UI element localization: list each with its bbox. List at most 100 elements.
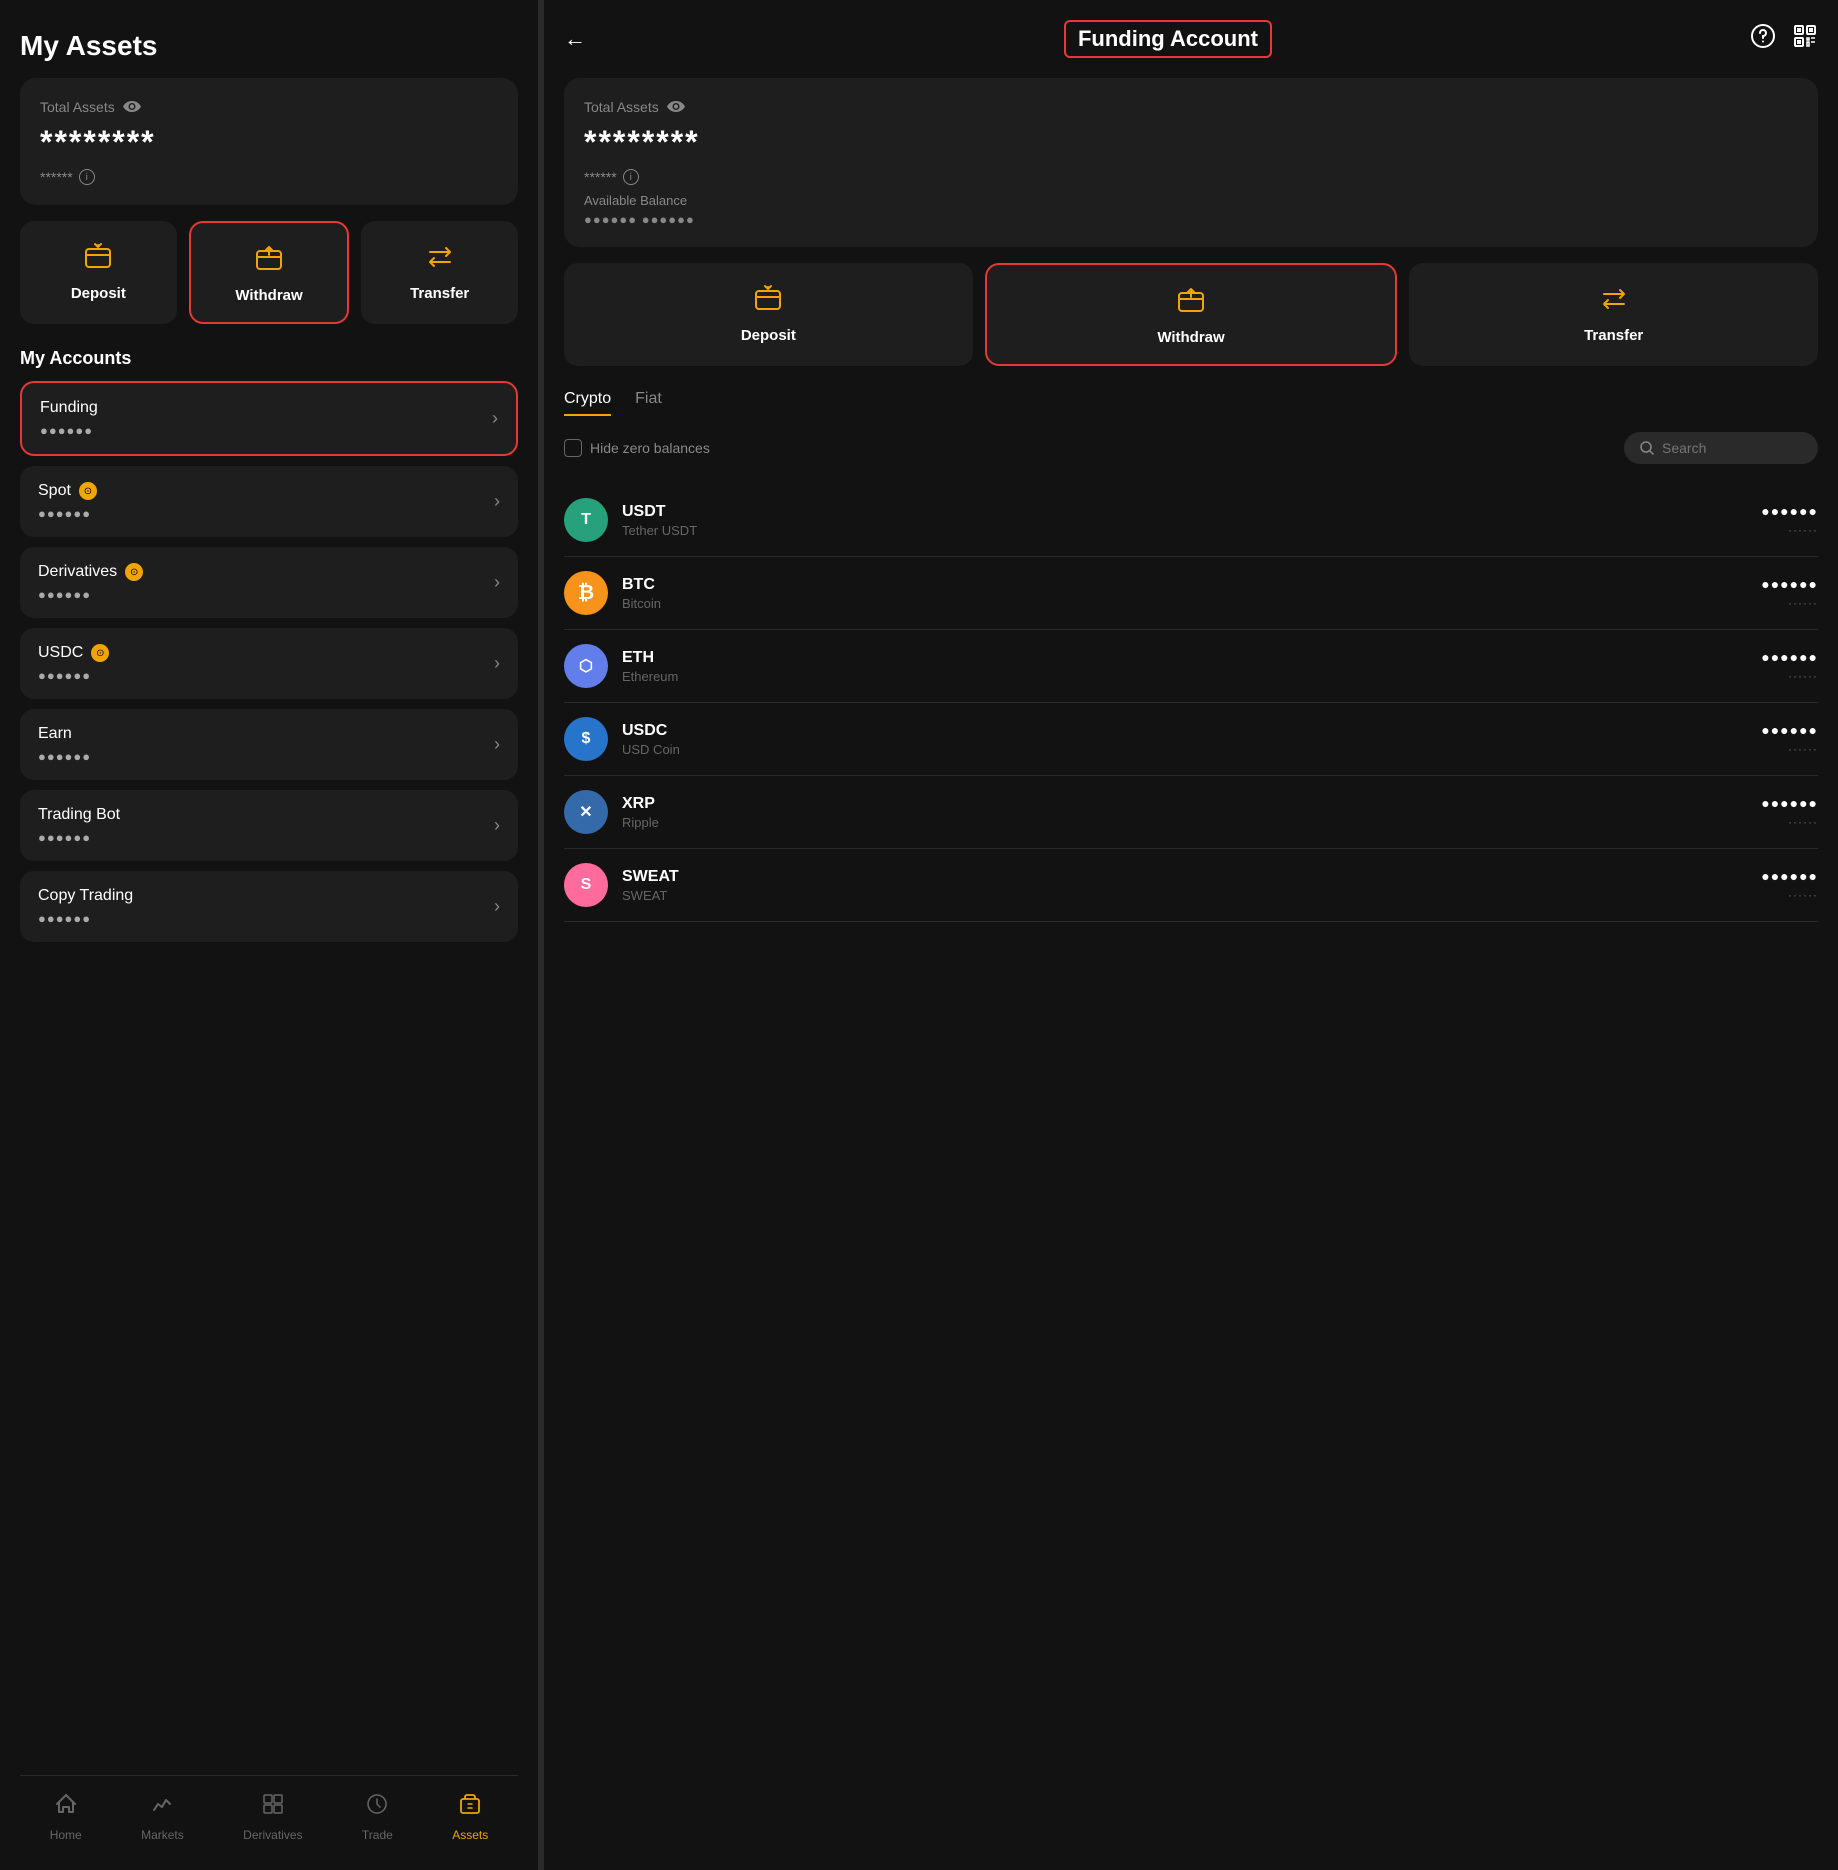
action-buttons-left: Deposit Withdraw Transfer [20, 221, 518, 324]
account-item-left-6: Copy Trading ●●●●●● [38, 887, 133, 926]
page-title-right: Funding Account [1064, 20, 1272, 58]
qr-button[interactable] [1792, 23, 1818, 55]
arrow-icon-5: › [494, 815, 500, 836]
account-item-spot[interactable]: Spot⊙ ●●●●●● › [20, 466, 518, 537]
arrow-icon-2: › [494, 572, 500, 593]
right-panel: ← Funding Account [544, 0, 1838, 1870]
account-name-6: Copy Trading [38, 887, 133, 905]
account-name-0: Funding [40, 399, 98, 417]
account-name-4: Earn [38, 725, 91, 743]
account-item-left-2: Derivatives⊙ ●●●●●● [38, 563, 143, 602]
crypto-balance-large-3: ●●●●●● [1761, 722, 1818, 738]
search-input[interactable] [1662, 440, 1802, 456]
nav-derivatives-label: Derivatives [243, 1828, 302, 1842]
transfer-icon-left [422, 239, 458, 275]
hide-zero-checkbox[interactable] [564, 439, 582, 457]
account-stars-0: ●●●●●● [40, 423, 98, 438]
crypto-logo-xrp: ✕ [564, 790, 608, 834]
transfer-label-left: Transfer [410, 285, 469, 302]
total-assets-small-left: ****** i [40, 169, 498, 185]
account-item-usdc[interactable]: USDC⊙ ●●●●●● › [20, 628, 518, 699]
crypto-logo-usdc: $ [564, 717, 608, 761]
nav-assets-label: Assets [452, 1828, 488, 1842]
withdraw-label-left: Withdraw [235, 287, 302, 304]
crypto-balance-large-0: ●●●●●● [1761, 503, 1818, 519]
crypto-values-5: ●●●●●● ······ [1761, 868, 1818, 902]
crypto-info-2: ETH Ethereum [622, 649, 1761, 684]
nav-trade[interactable]: Trade [362, 1792, 393, 1842]
account-item-copy-trading[interactable]: Copy Trading ●●●●●● › [20, 871, 518, 942]
withdraw-button-right[interactable]: Withdraw [985, 263, 1398, 366]
crypto-item-xrp[interactable]: ✕ XRP Ripple ●●●●●● ······ [564, 776, 1818, 849]
crypto-fullname-4: Ripple [622, 815, 1761, 830]
crypto-item-sweat[interactable]: S SWEAT SWEAT ●●●●●● ······ [564, 849, 1818, 922]
crypto-item-usdc[interactable]: $ USDC USD Coin ●●●●●● ······ [564, 703, 1818, 776]
account-item-left-1: Spot⊙ ●●●●●● [38, 482, 97, 521]
deposit-label-left: Deposit [71, 285, 126, 302]
account-stars-4: ●●●●●● [38, 749, 91, 764]
crypto-logo-sweat: S [564, 863, 608, 907]
assets-card-left: Total Assets ******** ****** i [20, 78, 518, 205]
help-button[interactable] [1750, 23, 1776, 55]
crypto-fullname-3: USD Coin [622, 742, 1761, 757]
my-accounts-title: My Accounts [20, 348, 518, 369]
account-name-3: USDC⊙ [38, 644, 109, 662]
account-stars-6: ●●●●●● [38, 911, 133, 926]
nav-trade-label: Trade [362, 1828, 393, 1842]
total-assets-value-left: ******** [40, 124, 498, 161]
nav-home[interactable]: Home [50, 1792, 82, 1842]
deposit-button-right[interactable]: Deposit [564, 263, 973, 366]
account-item-left-5: Trading Bot ●●●●●● [38, 806, 120, 845]
crypto-balance-small-5: ······ [1788, 888, 1818, 902]
account-item-left-0: Funding ●●●●●● [40, 399, 98, 438]
deposit-button-left[interactable]: Deposit [20, 221, 177, 324]
account-item-earn[interactable]: Earn ●●●●●● › [20, 709, 518, 780]
total-assets-small-right: ****** i [584, 169, 1798, 185]
crypto-symbol-1: BTC [622, 576, 1761, 594]
withdraw-button-left[interactable]: Withdraw [189, 221, 350, 324]
nav-assets[interactable]: Assets [452, 1792, 488, 1842]
crypto-values-4: ●●●●●● ······ [1761, 795, 1818, 829]
account-item-funding[interactable]: Funding ●●●●●● › [20, 381, 518, 456]
crypto-item-btc[interactable]: ₿ BTC Bitcoin ●●●●●● ······ [564, 557, 1818, 630]
badge-icon-3: ⊙ [91, 644, 109, 662]
hide-zero-label[interactable]: Hide zero balances [564, 439, 710, 457]
account-stars-3: ●●●●●● [38, 668, 109, 683]
crypto-balance-large-1: ●●●●●● [1761, 576, 1818, 592]
assets-card-right: Total Assets ******** ****** i Available… [564, 78, 1818, 247]
crypto-item-usdt[interactable]: T USDT Tether USDT ●●●●●● ······ [564, 484, 1818, 557]
crypto-values-2: ●●●●●● ······ [1761, 649, 1818, 683]
total-assets-value-right: ******** [584, 124, 1798, 161]
nav-markets[interactable]: Markets [141, 1792, 184, 1842]
search-icon [1640, 441, 1654, 455]
crypto-info-5: SWEAT SWEAT [622, 868, 1761, 903]
back-button[interactable]: ← [564, 26, 586, 52]
account-item-trading-bot[interactable]: Trading Bot ●●●●●● › [20, 790, 518, 861]
transfer-label-right: Transfer [1584, 327, 1643, 344]
account-item-derivatives[interactable]: Derivatives⊙ ●●●●●● › [20, 547, 518, 618]
crypto-symbol-2: ETH [622, 649, 1761, 667]
crypto-item-eth[interactable]: ⬡ ETH Ethereum ●●●●●● ······ [564, 630, 1818, 703]
eye-icon-left[interactable] [123, 98, 141, 116]
transfer-button-left[interactable]: Transfer [361, 221, 518, 324]
badge-icon-2: ⊙ [125, 563, 143, 581]
transfer-button-right[interactable]: Transfer [1409, 263, 1818, 366]
page-title-left: My Assets [20, 30, 518, 62]
info-icon-left[interactable]: i [79, 169, 95, 185]
tab-fiat[interactable]: Fiat [635, 390, 662, 416]
markets-icon [150, 1792, 174, 1822]
account-stars-1: ●●●●●● [38, 506, 97, 521]
info-icon-right[interactable]: i [623, 169, 639, 185]
eye-icon-right[interactable] [667, 98, 685, 116]
withdraw-label-right: Withdraw [1157, 329, 1224, 346]
crypto-balance-small-4: ······ [1788, 815, 1818, 829]
withdraw-icon-right [1173, 283, 1209, 319]
crypto-symbol-3: USDC [622, 722, 1761, 740]
nav-derivatives[interactable]: Derivatives [243, 1792, 302, 1842]
bottom-nav-left: Home Markets Derivatives [20, 1775, 518, 1850]
total-assets-label-right: Total Assets [584, 98, 1798, 116]
transfer-icon-right [1596, 281, 1632, 317]
search-box [1624, 432, 1818, 464]
arrow-icon-6: › [494, 896, 500, 917]
tab-crypto[interactable]: Crypto [564, 390, 611, 416]
